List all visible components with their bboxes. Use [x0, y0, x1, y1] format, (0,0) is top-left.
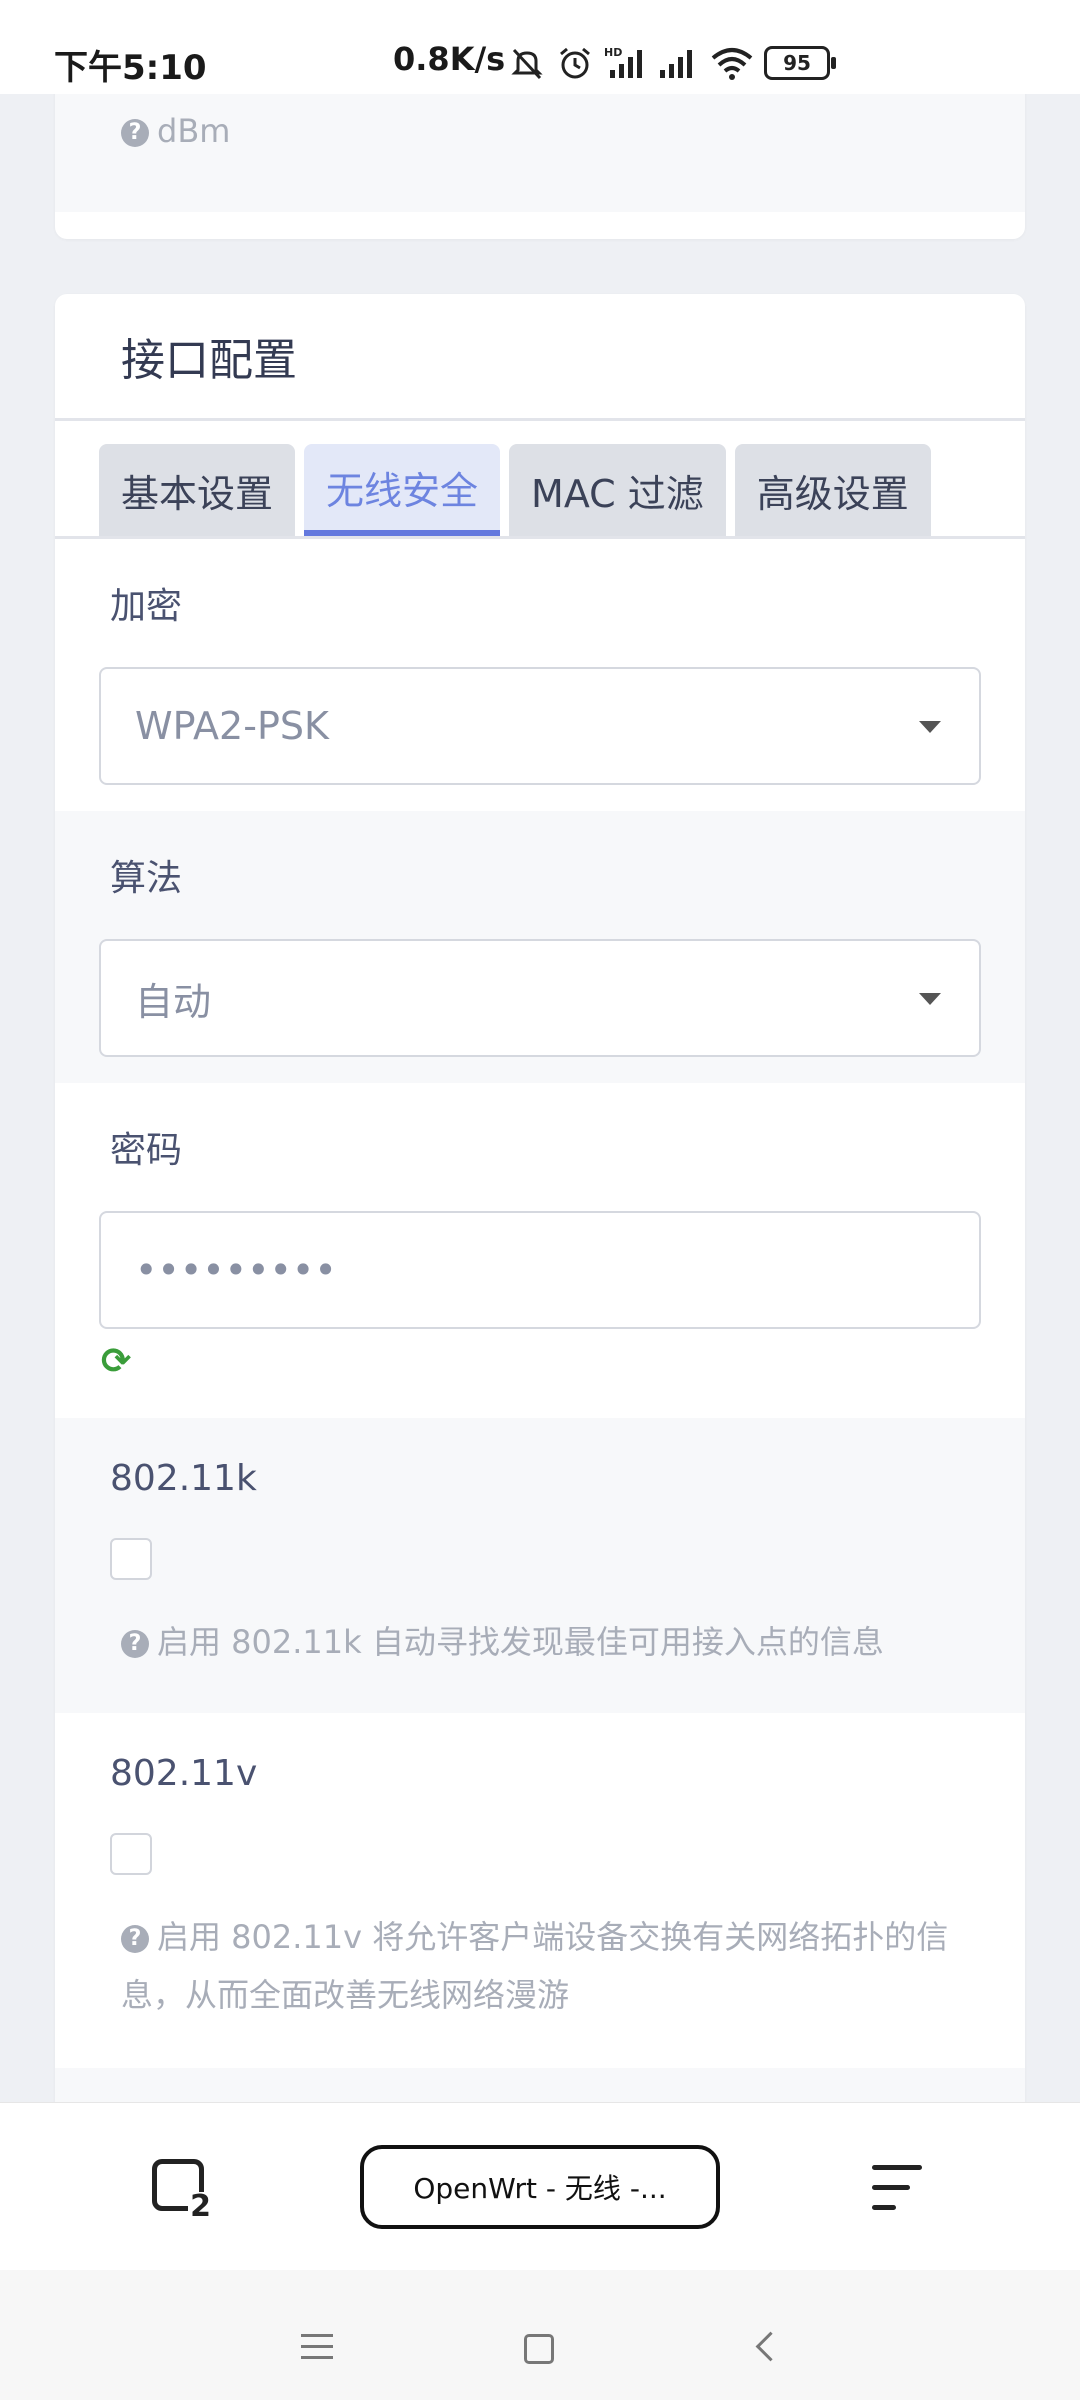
cipher-value: 自动 [135, 979, 212, 1024]
question-circle-icon: ? [121, 119, 149, 147]
status-time: 下午5:10 [54, 48, 207, 88]
key-label: 密码 [110, 1130, 183, 1171]
signal-icon [660, 50, 692, 78]
home-icon[interactable] [524, 2334, 554, 2364]
previous-card: ? dBm [55, 94, 1025, 239]
hint-text: dBm [157, 112, 231, 150]
page-content[interactable]: ? dBm 接口配置 基本设置 无线安全 MAC 过滤 高级设置 加密 WPA2-… [0, 94, 1080, 2102]
page-title: OpenWrt - 无线 -... [413, 2172, 667, 2205]
cipher-select[interactable]: 自动 [99, 939, 981, 1057]
status-icons: HD 95 [508, 38, 836, 88]
encryption-select[interactable]: WPA2-PSK [99, 667, 981, 785]
question-circle-icon: ? [121, 1925, 149, 1953]
recent-apps-icon[interactable] [301, 2334, 333, 2367]
tab-advanced-settings[interactable]: 高级设置 [734, 444, 931, 536]
chevron-down-icon [919, 993, 941, 1005]
config-tabs: 基本设置 无线安全 MAC 过滤 高级设置 [99, 444, 931, 536]
ieee80211v-label: 802.11v [110, 1753, 258, 1794]
refresh-icon[interactable]: ⟳ [101, 1341, 131, 1382]
key-input[interactable]: ••••••••• [99, 1211, 981, 1329]
cipher-row: 算法 自动 [55, 811, 1025, 1083]
address-bar[interactable]: OpenWrt - 无线 -... [360, 2145, 720, 2229]
next-row [55, 2068, 1025, 2102]
encryption-value: WPA2-PSK [135, 704, 329, 748]
section-title: 接口配置 [121, 335, 297, 386]
svg-text:HD: HD [604, 46, 622, 59]
menu-icon[interactable] [872, 2165, 926, 2211]
key-row: 密码 ••••••••• ⟳ [55, 1083, 1025, 1418]
ieee80211k-hint: ? 启用 802.11k 自动寻找发现最佳可用接入点的信息 [121, 1613, 1001, 1671]
battery-icon: 95 [764, 46, 836, 80]
ieee80211v-checkbox[interactable] [110, 1833, 152, 1875]
chevron-down-icon [919, 721, 941, 733]
cipher-label: 算法 [110, 858, 183, 899]
back-icon[interactable] [755, 2331, 786, 2362]
mute-bell-icon [511, 48, 543, 80]
ieee80211k-row: 802.11k ? 启用 802.11k 自动寻找发现最佳可用接入点的信息 [55, 1418, 1025, 1713]
interface-config-card: 接口配置 基本设置 无线安全 MAC 过滤 高级设置 加密 WPA2-PSK 算… [55, 294, 1025, 2102]
ieee80211k-checkbox[interactable] [110, 1538, 152, 1580]
ieee80211v-hint: ? 启用 802.11v 将允许客户端设备交换有关网络拓扑的信息，从而全面改善无线… [121, 1908, 1001, 2024]
alarm-icon [560, 47, 590, 79]
tabs-icon[interactable]: 2 [152, 2159, 213, 2222]
ieee80211k-label: 802.11k [110, 1458, 257, 1499]
divider [55, 418, 1025, 421]
tab-count: 2 [188, 2189, 213, 2224]
question-circle-icon: ? [121, 1630, 149, 1658]
tab-mac-filter[interactable]: MAC 过滤 [509, 444, 726, 536]
status-bar: 下午5:10 0.8K/s HD 95 [0, 0, 1080, 94]
tab-wireless-security[interactable]: 无线安全 [304, 444, 501, 536]
tx-power-hint: ? dBm [121, 112, 230, 150]
wifi-icon [711, 48, 753, 80]
browser-toolbar: 2 OpenWrt - 无线 -... [0, 2102, 1080, 2271]
system-nav-bar [0, 2270, 1080, 2400]
hint-text: 启用 802.11k 自动寻找发现最佳可用接入点的信息 [157, 1623, 884, 1661]
encryption-label: 加密 [110, 586, 183, 627]
hd-signal-icon: HD [604, 46, 642, 78]
encryption-row: 加密 WPA2-PSK [55, 539, 1025, 811]
hint-text: 启用 802.11v 将允许客户端设备交换有关网络拓扑的信息，从而全面改善无线网… [121, 1918, 949, 2014]
tab-basic-settings[interactable]: 基本设置 [99, 444, 296, 536]
network-speed: 0.8K/s [393, 40, 506, 78]
ieee80211v-row: 802.11v ? 启用 802.11v 将允许客户端设备交换有关网络拓扑的信息，… [55, 1713, 1025, 2068]
key-value: ••••••••• [135, 1248, 337, 1292]
